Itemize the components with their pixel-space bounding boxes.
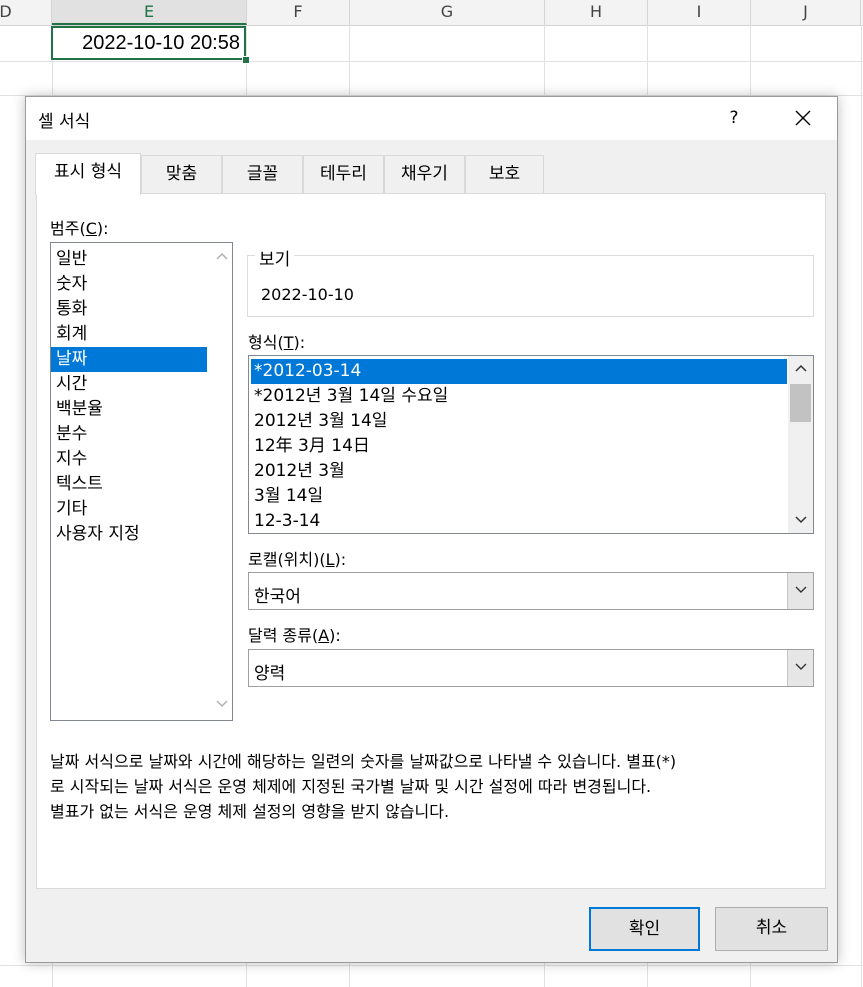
close-button[interactable]: [786, 101, 820, 135]
sample-value: 2022-10-10: [261, 285, 354, 304]
description-line: 로 시작되는 날짜 서식은 운영 체제에 지정된 국가별 날짜 및 시간 설정에…: [50, 777, 652, 796]
format-cells-dialog: 셀 서식 ? 표시 형식 맞춤 글꼴 테두리 채우기 보호 범주(C): 일반 …: [25, 96, 838, 963]
chevron-down-icon[interactable]: [787, 573, 813, 609]
sample-legend: 보기: [255, 245, 295, 270]
tab-number[interactable]: 표시 형식: [35, 153, 141, 195]
category-item-currency[interactable]: 통화: [51, 297, 207, 322]
type-item[interactable]: 12-3-14: [251, 509, 787, 533]
locale-label: 로캘(위치)(L):: [248, 550, 347, 569]
category-item-percentage[interactable]: 백분율: [51, 397, 207, 422]
dialog-title: 셀 서식: [38, 112, 91, 132]
calendar-value: 양력: [254, 664, 286, 684]
tab-alignment[interactable]: 맞춤: [141, 155, 222, 193]
cancel-button[interactable]: 취소: [715, 907, 828, 951]
description-line: 별표가 없는 서식은 운영 체제 설정의 영향을 받지 않습니다.: [50, 802, 450, 821]
column-header-j[interactable]: J: [751, 0, 861, 25]
active-cell-e[interactable]: 2022-10-10 20:58: [51, 26, 246, 60]
close-icon: [795, 110, 811, 126]
tab-protection[interactable]: 보호: [465, 155, 544, 193]
type-list[interactable]: *2012-03-14 *2012년 3월 14일 수요일 2012년 3월 1…: [248, 355, 814, 534]
help-button[interactable]: ?: [722, 103, 746, 133]
column-header-i[interactable]: I: [648, 0, 751, 25]
scroll-down-icon[interactable]: [788, 508, 813, 533]
type-item[interactable]: *2012년 3월 14일 수요일: [251, 384, 787, 409]
category-item-time[interactable]: 시간: [51, 372, 207, 397]
category-label: 범주(C):: [50, 219, 109, 238]
category-item-fraction[interactable]: 분수: [51, 422, 207, 447]
category-item-number[interactable]: 숫자: [51, 272, 207, 297]
type-scrollbar[interactable]: [788, 356, 813, 533]
column-header-d[interactable]: D: [0, 0, 52, 25]
locale-select[interactable]: 한국어: [248, 572, 814, 610]
category-item-text[interactable]: 텍스트: [51, 472, 207, 497]
ok-button[interactable]: 확인: [589, 907, 700, 951]
format-description: 날짜 서식으로 날짜와 시간에 해당하는 일련의 숫자를 날짜값으로 나타낼 수…: [50, 749, 810, 824]
scroll-up-icon[interactable]: [788, 356, 813, 381]
calendar-label: 달력 종류(A):: [248, 626, 341, 645]
calendar-select[interactable]: 양력: [248, 649, 814, 687]
category-item-scientific[interactable]: 지수: [51, 447, 207, 472]
type-item[interactable]: *2012-03-14: [251, 359, 787, 384]
type-label: 형식(T):: [248, 333, 306, 352]
fill-handle[interactable]: [242, 56, 250, 64]
tab-border[interactable]: 테두리: [303, 155, 384, 193]
dialog-titlebar[interactable]: 셀 서식 ?: [26, 97, 837, 140]
type-item[interactable]: 2012년 3월 14일: [251, 409, 787, 434]
column-header-f[interactable]: F: [247, 0, 350, 25]
category-item-date[interactable]: 날짜: [51, 347, 207, 372]
category-item-accounting[interactable]: 회계: [51, 322, 207, 347]
type-item[interactable]: 3월 14일: [251, 484, 787, 509]
column-header-h[interactable]: H: [545, 0, 648, 25]
category-item-special[interactable]: 기타: [51, 497, 207, 522]
scroll-up-icon[interactable]: [213, 247, 231, 265]
column-header-e[interactable]: E: [52, 0, 247, 25]
type-item[interactable]: 2012년 3월: [251, 459, 787, 484]
tab-font[interactable]: 글꼴: [222, 155, 303, 193]
category-scrollbar[interactable]: [213, 243, 231, 720]
description-line: 날짜 서식으로 날짜와 시간에 해당하는 일련의 숫자를 날짜값으로 나타낼 수…: [50, 752, 677, 771]
scroll-thumb[interactable]: [790, 384, 811, 422]
column-header-row: D E F G H I J: [0, 0, 863, 26]
category-item-custom[interactable]: 사용자 지정: [51, 522, 207, 547]
chevron-down-icon[interactable]: [787, 650, 813, 686]
column-header-g[interactable]: G: [350, 0, 545, 25]
category-list[interactable]: 일반 숫자 통화 회계 날짜 시간 백분율 분수 지수 텍스트 기타 사용자 지…: [50, 242, 233, 721]
tab-fill[interactable]: 채우기: [384, 155, 465, 193]
category-item-general[interactable]: 일반: [51, 247, 207, 272]
type-item[interactable]: 12年 3月 14日: [251, 434, 787, 459]
locale-value: 한국어: [254, 587, 301, 607]
scroll-down-icon[interactable]: [213, 695, 231, 713]
